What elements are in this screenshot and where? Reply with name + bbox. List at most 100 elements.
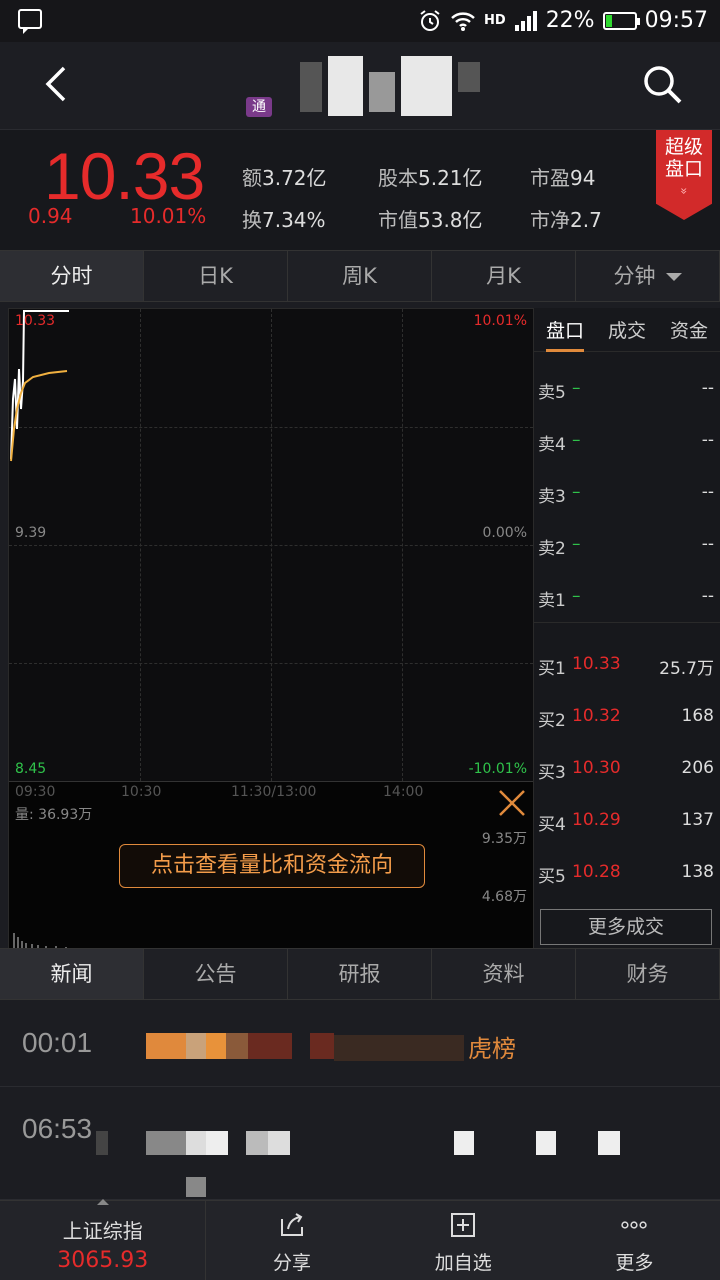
volume-label: 量: 36.93万 [15,807,93,823]
more-button[interactable]: 更多 [549,1201,720,1280]
time-label: 14:00 [383,784,424,800]
super-label-line1: 超级 [664,136,703,158]
tab-minute-label: 分钟 [613,264,656,288]
redacted-block [186,1033,206,1059]
redacted-block [186,1131,206,1155]
ask-qty: -- [701,482,714,502]
bid-label: 买3 [538,763,566,783]
ask-price: – [572,534,581,554]
tab-research[interactable]: 研报 [288,949,432,999]
more-dots-icon [621,1221,648,1229]
ask-price: – [572,482,581,502]
bid-price: 10.28 [572,862,621,882]
bid-row: 买1 10.33 25.7万 [538,654,714,679]
tab-orderbook[interactable]: 盘口 [545,316,584,352]
tab-announcements[interactable]: 公告 [144,949,288,999]
redacted-block [186,1177,206,1197]
tab-daily-k[interactable]: 日K [144,251,288,301]
volume-high-label: 9.35万 [481,831,527,847]
news-item[interactable]: 00:01 虎榜 [0,1001,720,1087]
tab-minute[interactable]: 分钟 [576,251,720,301]
price-mid-label: 9.39 [15,525,47,541]
connect-badge: 通 [246,97,272,117]
order-book-tabs: 盘口 成交 资金 [534,308,720,352]
stock-title-redacted [300,56,480,116]
ask-price: – [572,586,581,606]
bid-label: 买2 [538,711,566,731]
pct-high-label: 10.01% [473,313,527,329]
volume-ratio-hint-button[interactable]: 点击查看量比和资金流向 [119,844,425,888]
tab-profile[interactable]: 资料 [432,949,576,999]
tab-intraday[interactable]: 分时 [0,251,144,301]
news-item[interactable]: 06:53 [0,1087,720,1200]
redacted-block [310,1033,334,1059]
book-divider [534,622,720,623]
tab-trades[interactable]: 成交 [608,316,646,343]
more-trades-button[interactable]: 更多成交 [540,909,712,945]
share-label: 分享 [273,1252,312,1274]
clock: 09:57 [644,8,708,33]
redacted-block [454,1131,474,1155]
pct-low-label: -10.01% [468,761,527,777]
info-tabs: 新闻 公告 研报 资料 财务 [0,948,720,1000]
volume-mid-label: 4.68万 [481,889,527,905]
news-time: 00:01 [22,1027,93,1058]
add-box-icon [451,1213,476,1237]
super-orderbook-button[interactable]: 超级 盘口 » [656,130,712,220]
ask-row: 卖1– -- [538,586,714,611]
tab-monthly-k[interactable]: 月K [432,251,576,301]
redacted-block [226,1033,248,1059]
index-ticker[interactable]: 上证综指 3065.93 [0,1199,207,1280]
news-title: 虎榜 [468,1035,516,1063]
message-icon [18,9,42,34]
bid-qty: 206 [681,758,714,778]
tab-capital[interactable]: 资金 [670,316,708,343]
ask-price: – [572,378,581,398]
redacted-block [146,1131,186,1155]
period-tabs: 分时 日K 周K 月K 分钟 [0,250,720,302]
tab-weekly-k[interactable]: 周K [288,251,432,301]
signal-icon [514,10,537,31]
hd-label: HD [484,13,506,28]
tab-financials[interactable]: 财务 [576,949,720,999]
pe-stat: 市盈94 [530,166,596,190]
status-icons: HD 22% 09:57 [418,8,708,33]
ask-row: 卖4– -- [538,430,714,455]
redacted-block [146,1033,186,1059]
bid-price: 10.32 [572,706,621,726]
ask-qty: -- [701,378,714,398]
tab-news[interactable]: 新闻 [0,949,144,999]
price-change: 0.94 [28,204,73,228]
search-icon[interactable] [640,62,684,106]
close-icon[interactable] [497,788,527,818]
nav-bar: 通 [0,42,720,130]
volume-bars [13,933,67,949]
amount-stat: 额3.72亿 [242,166,327,190]
ask-row: 卖5– -- [538,378,714,403]
add-watchlist-button[interactable]: 加自选 [378,1201,549,1280]
back-arrow-icon[interactable] [38,64,78,104]
battery-percent: 22% [545,8,595,33]
shares-stat: 股本5.21亿 [378,166,483,190]
share-button[interactable]: 分享 [206,1201,377,1280]
ask-label: 卖5 [538,383,566,403]
order-book: 盘口 成交 资金 卖5– -- 卖4– -- 卖3– -- 卖2– -- 卖1– -- 买… [534,308,720,948]
price-line [10,310,69,460]
status-bar: HD 22% 09:57 [0,0,720,42]
bottom-toolbar: 上证综指 3065.93 分享 加自选 更多 [0,1199,720,1280]
pct-mid-label: 0.00% [482,525,527,541]
bid-price: 10.33 [572,654,621,674]
intraday-chart[interactable]: 10.33 10.01% 9.39 0.00% 8.45 -10.01% 09:… [8,308,534,949]
redacted-block [536,1131,556,1155]
volume-panel[interactable]: 09:30 10:30 11:30/13:00 14:00 量: 36.93万 … [9,781,533,949]
time-label: 10:30 [121,784,162,800]
time-label: 11:30/13:00 [231,784,317,800]
bid-price: 10.29 [572,810,621,830]
add-watchlist-label: 加自选 [434,1252,492,1274]
time-label: 09:30 [15,784,56,800]
bid-label: 买1 [538,659,566,679]
ask-label: 卖4 [538,435,566,455]
price-change-percent: 10.01% [130,204,207,228]
bid-qty: 168 [681,706,714,726]
caret-up-icon [96,1199,109,1205]
